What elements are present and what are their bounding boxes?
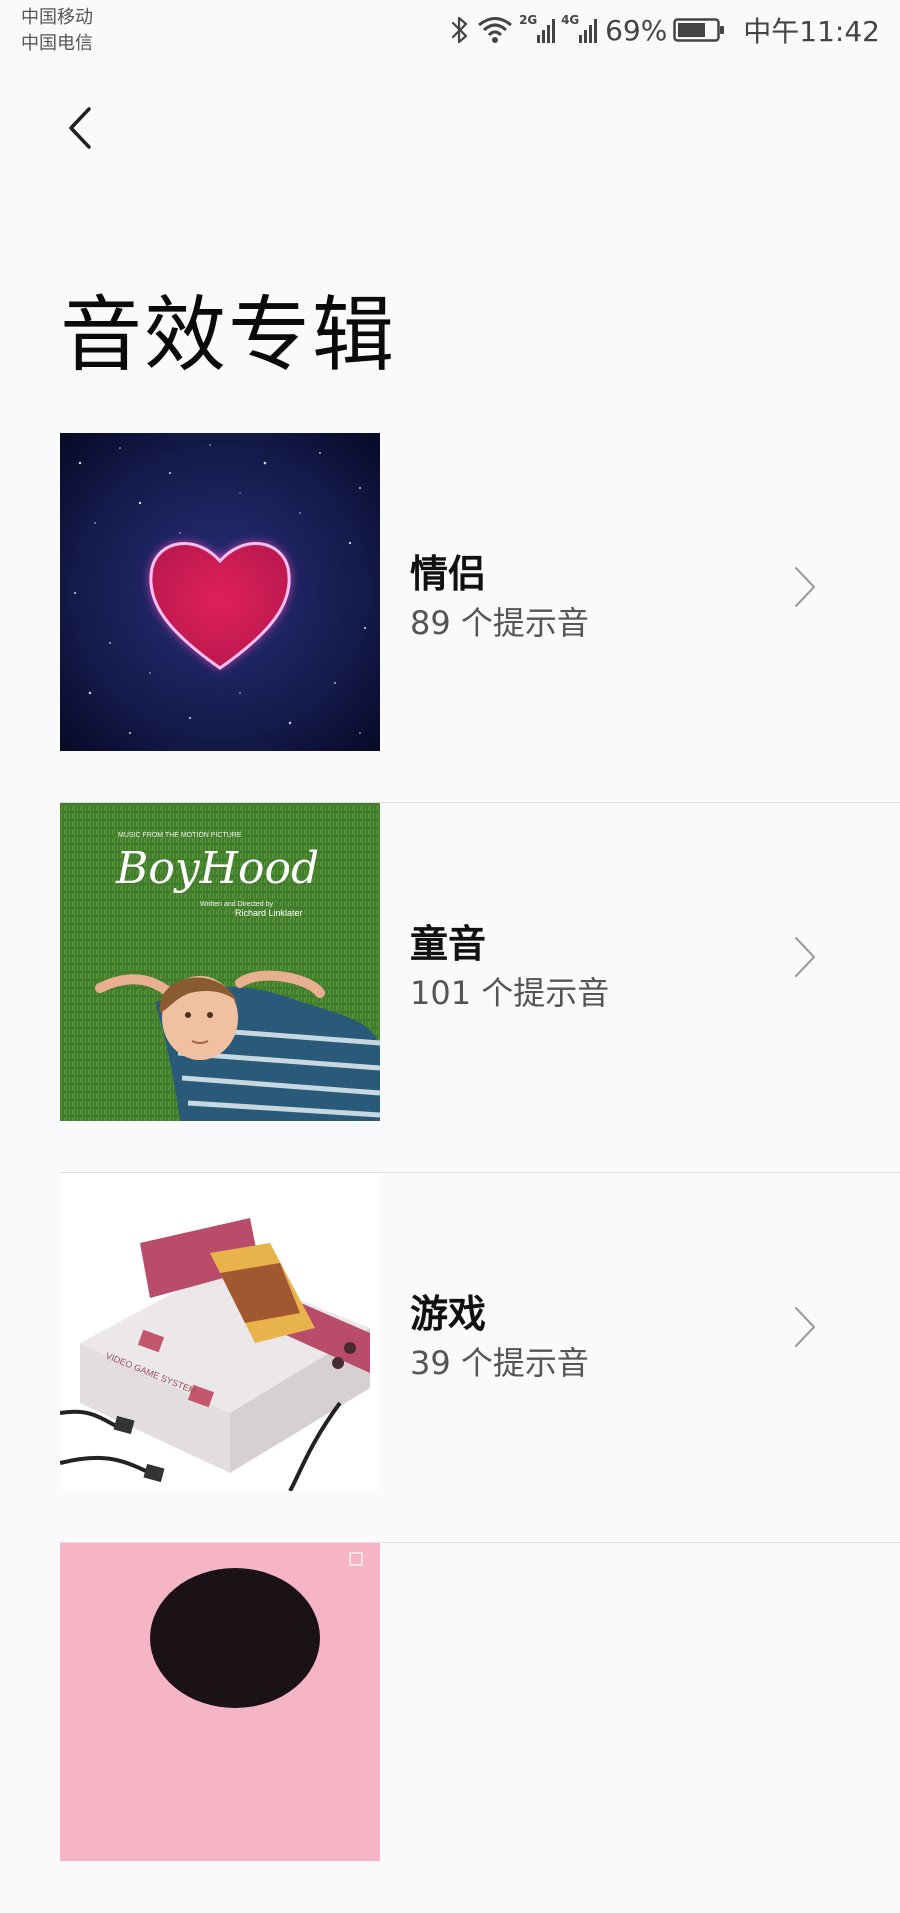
heart-galaxy-cover: [60, 433, 380, 751]
album-cover: MUSIC FROM THE MOTION PICTURE BoyHood Wr…: [60, 803, 380, 1121]
chevron-right-icon: [795, 1307, 815, 1347]
album-cover: [60, 1543, 380, 1861]
album-title: 情侣: [410, 552, 487, 596]
album-sound-count: 89 个提示音: [410, 604, 589, 642]
album-sound-count: 39 个提示音: [410, 1344, 589, 1382]
boyhood-cover: MUSIC FROM THE MOTION PICTURE BoyHood Wr…: [60, 803, 380, 1121]
back-arrow-icon: [69, 107, 91, 149]
chevron-right-icon: [795, 567, 815, 607]
bluetooth-icon: [451, 16, 468, 44]
pink-portrait-cover: [60, 1543, 380, 1861]
game-console-cover: VIDEO GAME SYSTEM: [60, 1173, 380, 1491]
album-cover: [60, 433, 380, 751]
album-title: 童音: [410, 922, 487, 966]
cover-caption: MUSIC FROM THE MOTION PICTURE: [118, 832, 242, 839]
album-item-partial[interactable]: [0, 1543, 900, 1913]
album-cover: VIDEO GAME SYSTEM: [60, 1173, 380, 1491]
page-title: 音效专辑: [60, 288, 397, 383]
battery-icon: [673, 18, 725, 42]
carrier-info: 中国移动 中国电信: [21, 5, 93, 57]
battery-percent: 69%: [605, 13, 668, 47]
chevron-right-icon: [795, 937, 815, 977]
album-item-game[interactable]: VIDEO GAME SYSTEM 游戏 39 个提示音: [0, 1173, 900, 1543]
back-button[interactable]: [52, 98, 108, 158]
carrier-1: 中国移动: [21, 7, 93, 28]
signal-icon: 2G: [519, 13, 556, 45]
album-title: 游戏: [410, 1292, 487, 1336]
album-list: 情侣 89 个提示音 MUSIC FROM THE MOTION PICTURE…: [0, 433, 900, 1913]
cover-title: BoyHood: [115, 843, 319, 894]
album-sound-count: 101 个提示音: [410, 974, 610, 1012]
wifi-icon: [478, 17, 513, 43]
status-bar: 中国移动 中国电信 2G 4G 69% 中午11:42: [0, 0, 900, 60]
album-item-kids[interactable]: MUSIC FROM THE MOTION PICTURE BoyHood Wr…: [0, 803, 900, 1173]
signal-icon: 4G: [561, 13, 598, 45]
album-item-couple[interactable]: 情侣 89 个提示音: [0, 433, 900, 803]
signal-network-tag: 2G: [519, 13, 538, 27]
cover-credit: Written and Directed by: [200, 901, 274, 908]
cover-credit-name: Richard Linklater: [235, 908, 303, 918]
carrier-2: 中国电信: [21, 33, 93, 54]
status-icons: 2G 4G 69% 中午11:42: [449, 12, 880, 48]
status-time: 中午11:42: [743, 15, 880, 48]
signal-network-tag: 4G: [561, 13, 580, 27]
